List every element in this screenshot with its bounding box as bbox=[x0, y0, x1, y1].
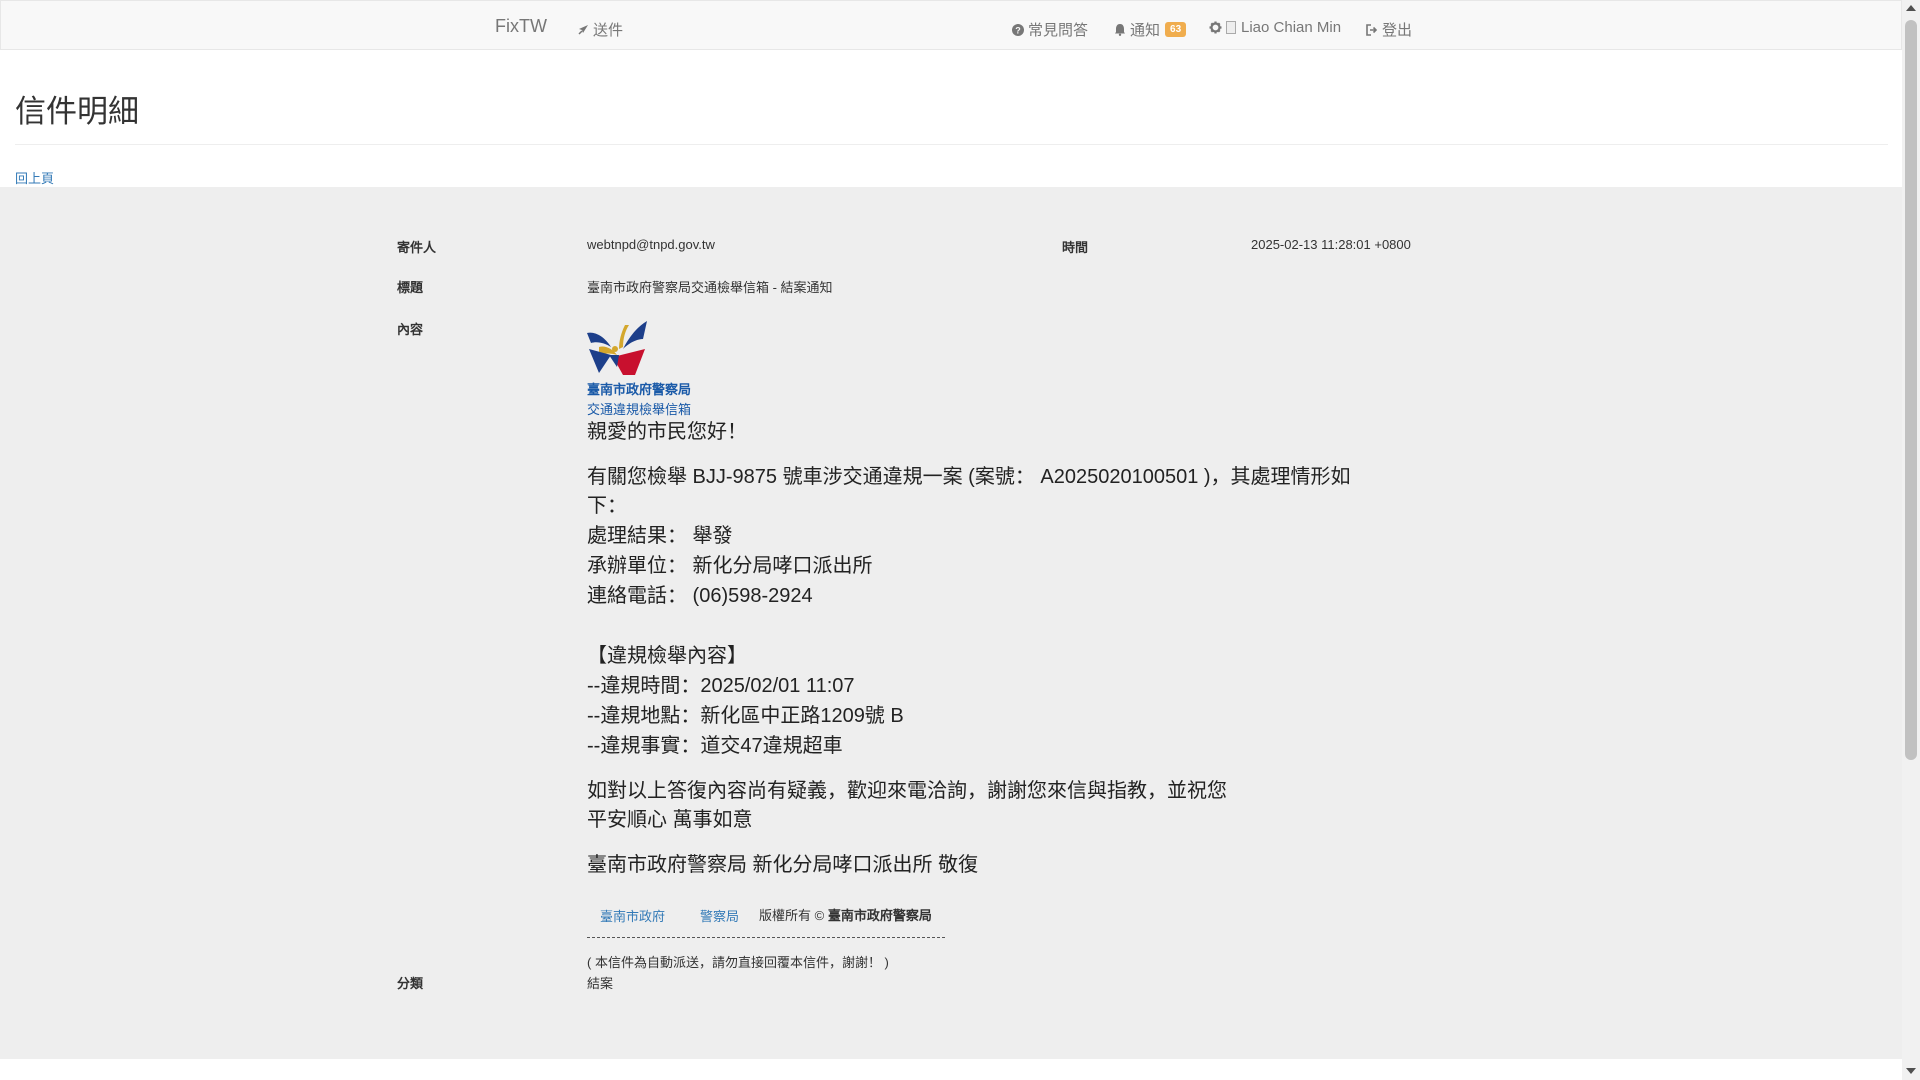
header-divider bbox=[15, 144, 1888, 145]
nav-send[interactable]: 送件 bbox=[576, 19, 623, 40]
user-name: Liao Chian Min bbox=[1241, 19, 1342, 36]
scroll-up-arrow-icon[interactable] bbox=[1906, 5, 1916, 11]
police-logo bbox=[587, 321, 647, 375]
broken-avatar-image bbox=[1226, 21, 1236, 34]
content-label: 內容 bbox=[397, 322, 424, 337]
nav-faq[interactable]: ? 常見問答 bbox=[1011, 19, 1088, 40]
subject-label: 標題 bbox=[397, 280, 424, 295]
brand-link[interactable]: FixTW bbox=[495, 16, 547, 37]
dashed-separator bbox=[587, 937, 945, 939]
vertical-scrollbar[interactable] bbox=[1902, 0, 1920, 1080]
copyright-prefix: 版權所有 © bbox=[759, 908, 825, 923]
closing-line1: 如對以上答復內容尚有疑義，歡迎來電洽詢，謝謝您來信與指教，並祝您 bbox=[587, 780, 1227, 802]
nav-notify[interactable]: 通知 63 bbox=[1113, 19, 1187, 40]
copyright-text: 版權所有 © 臺南市政府警察局 bbox=[759, 905, 932, 924]
time-value: 2025-02-13 11:28:01 +0800 bbox=[1251, 237, 1411, 252]
time-label: 時間 bbox=[1062, 240, 1089, 255]
question-circle-icon: ? bbox=[1011, 23, 1024, 36]
case-intro-line1: 有關您檢舉 BJJ-9875 號車涉交通違規一案 (案號： A202502010… bbox=[587, 466, 1351, 488]
svg-text:?: ? bbox=[1015, 25, 1021, 35]
handling-unit: 承辦單位： 新化分局哮口派出所 bbox=[587, 555, 873, 577]
category-value: 結案 bbox=[587, 976, 614, 991]
rocket-icon bbox=[576, 23, 589, 36]
nav-logout[interactable]: 登出 bbox=[1365, 19, 1412, 40]
notification-count-badge: 63 bbox=[1165, 22, 1187, 37]
bell-icon bbox=[1113, 23, 1126, 36]
nav-send-label: 送件 bbox=[593, 22, 624, 39]
nav-user[interactable]: Liao Chian Min bbox=[1209, 19, 1341, 36]
violation-section-title: 【違規檢舉內容】 bbox=[587, 645, 747, 667]
scrollbar-thumb[interactable] bbox=[1905, 20, 1917, 760]
violation-fact: --違規事實：道交47違規超車 bbox=[587, 735, 843, 757]
violation-time: --違規時間：2025/02/01 11:07 bbox=[587, 675, 855, 697]
scroll-down-arrow-icon[interactable] bbox=[1906, 1068, 1916, 1074]
sign-out-icon bbox=[1365, 23, 1378, 36]
back-link[interactable]: 回上頁 bbox=[15, 168, 54, 187]
nav-notify-label: 通知 bbox=[1130, 22, 1161, 39]
footer-link-city-government[interactable]: 臺南市政府 bbox=[600, 906, 665, 925]
violation-place: --違規地點：新化區中正路1209號 B bbox=[587, 705, 904, 727]
gear-icon bbox=[1209, 21, 1222, 34]
closing-line2: 平安順心 萬事如意 bbox=[587, 809, 753, 831]
contact-phone: 連絡電話： (06)598-2924 bbox=[587, 585, 813, 607]
dept-name: 臺南市政府警察局 bbox=[587, 382, 692, 397]
category-label: 分類 bbox=[397, 976, 424, 991]
copyright-owner: 臺南市政府警察局 bbox=[827, 908, 932, 923]
top-navbar: FixTW 送件 ? 常見問答 通知 63 Liao Chian Min 登出 bbox=[0, 0, 1902, 50]
nav-logout-label: 登出 bbox=[1382, 22, 1413, 39]
case-intro-line2: 下： bbox=[587, 495, 627, 517]
sender-value: webtnpd@tnpd.gov.tw bbox=[587, 237, 715, 252]
signature: 臺南市政府警察局 新化分局哮口派出所 敬復 bbox=[587, 854, 979, 876]
dept-mailbox-name: 交通違規檢舉信箱 bbox=[587, 402, 692, 417]
greeting: 親愛的市民您好！ bbox=[587, 421, 747, 443]
auto-send-note: ( 本信件為自動派送，請勿直接回覆本信件，謝謝！ ) bbox=[587, 955, 889, 970]
page-title: 信件明細 bbox=[15, 94, 139, 129]
mail-detail-panel bbox=[0, 187, 1902, 1059]
footer-link-police-bureau[interactable]: 警察局 bbox=[700, 906, 739, 925]
process-result: 處理結果： 舉發 bbox=[587, 525, 733, 547]
sender-label: 寄件人 bbox=[397, 240, 437, 255]
subject-value: 臺南市政府警察局交通檢舉信箱 - 結案通知 bbox=[587, 280, 833, 295]
nav-faq-label: 常見問答 bbox=[1028, 22, 1089, 39]
